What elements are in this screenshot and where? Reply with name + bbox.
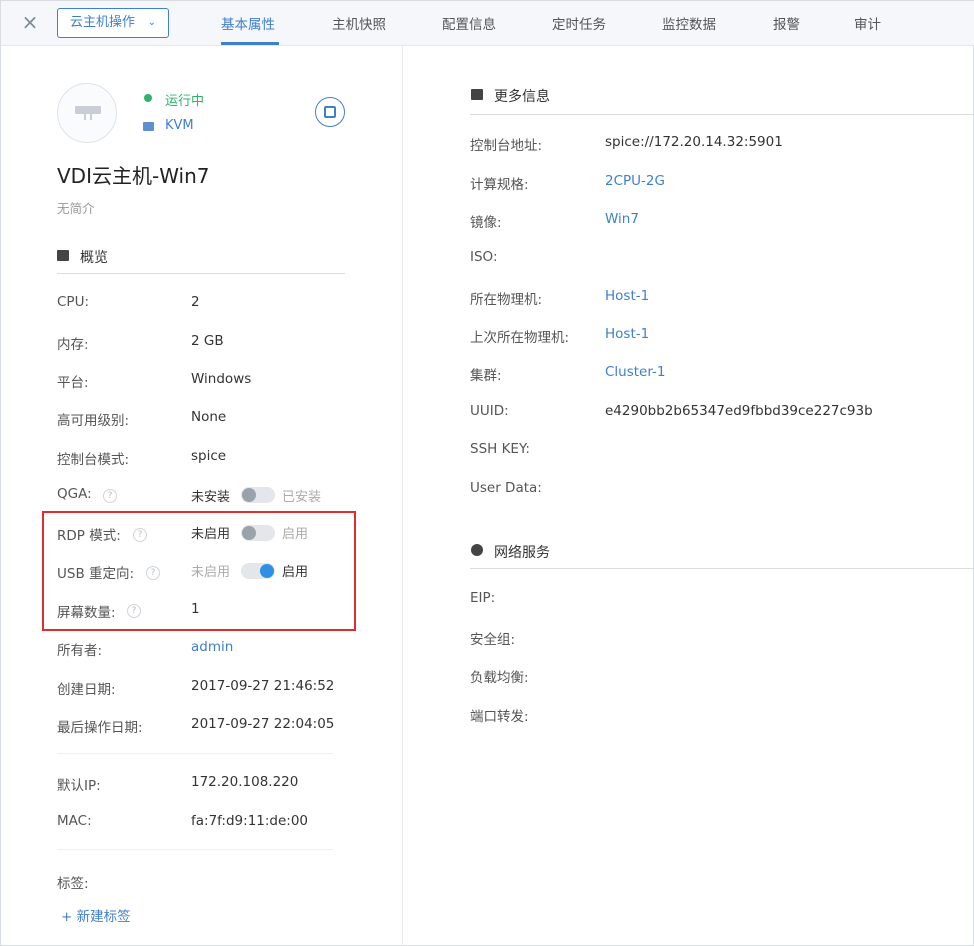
- more-info-title: 更多信息: [494, 89, 550, 105]
- console-mode-label: 控制台模式:: [57, 452, 130, 468]
- host-label: 所在物理机:: [470, 292, 543, 308]
- image-link[interactable]: Win7: [605, 211, 639, 227]
- vm-detail-panel: × 云主机操作 ⌄ 基本属性 主机快照 配置信息 定时任务 监控数据 报警 审计…: [0, 0, 974, 946]
- globe-icon: [471, 544, 483, 556]
- close-icon[interactable]: ×: [19, 11, 41, 33]
- monitor-icon: [75, 106, 101, 114]
- default-ip-label: 默认IP:: [57, 778, 101, 794]
- user-data-label: User Data:: [470, 480, 542, 496]
- active-tab-indicator: [221, 42, 279, 45]
- security-group-label: 安全组:: [470, 632, 516, 648]
- highlight-box: [42, 511, 356, 631]
- toggle-knob: [242, 488, 256, 502]
- network-services-title: 网络服务: [494, 545, 550, 561]
- last-op-date-label: 最后操作日期:: [57, 720, 143, 736]
- info-icon: [471, 89, 483, 100]
- chevron-down-icon: ⌄: [147, 17, 156, 28]
- column-divider: [402, 46, 403, 946]
- tab-config-info[interactable]: 配置信息: [442, 13, 496, 33]
- platform-label: 平台:: [57, 375, 89, 391]
- open-console-button[interactable]: [315, 97, 345, 127]
- cluster-link[interactable]: Cluster-1: [605, 364, 666, 380]
- last-op-date-value: 2017-09-27 22:04:05: [191, 716, 335, 732]
- hypervisor-label: KVM: [165, 118, 194, 133]
- load-balancer-label: 负载均衡:: [470, 670, 529, 686]
- vm-name: VDI云主机-Win7: [57, 164, 210, 188]
- owner-link[interactable]: admin: [191, 639, 233, 655]
- add-tag-button[interactable]: + 新建标签: [61, 905, 131, 925]
- default-ip-value: 172.20.108.220: [191, 774, 299, 790]
- cpu-label: CPU:: [57, 294, 89, 310]
- tab-scheduled-tasks[interactable]: 定时任务: [552, 13, 606, 33]
- overview-divider-3: [57, 849, 333, 850]
- tab-audit[interactable]: 审计: [854, 13, 881, 33]
- qga-on-label: 已安装: [282, 490, 322, 505]
- owner-label: 所有者:: [57, 643, 103, 659]
- cpu-value: 2: [191, 294, 200, 310]
- more-info-divider: [470, 114, 974, 115]
- iso-label: ISO:: [470, 249, 498, 265]
- hypervisor-icon: [143, 122, 154, 131]
- qga-label: QGA:: [57, 486, 92, 502]
- eip-label: EIP:: [470, 590, 496, 606]
- instance-offering-label: 计算规格:: [470, 177, 529, 193]
- tab-snapshots[interactable]: 主机快照: [332, 13, 386, 33]
- mac-label: MAC:: [57, 813, 92, 829]
- running-status-icon: [144, 94, 152, 102]
- tab-alarms[interactable]: 报警: [773, 13, 800, 33]
- qga-toggle[interactable]: [241, 487, 275, 503]
- instance-offering-link[interactable]: 2CPU-2G: [605, 173, 665, 189]
- overview-divider-2: [57, 753, 333, 754]
- status-badge: 运行中: [165, 94, 205, 109]
- qga-off-label: 未安装: [191, 490, 231, 505]
- tags-label: 标签:: [57, 876, 89, 892]
- vm-description[interactable]: 无简介: [57, 198, 95, 217]
- port-forwarding-label: 端口转发:: [470, 709, 529, 725]
- memory-value: 2 GB: [191, 333, 224, 349]
- vm-actions-dropdown[interactable]: 云主机操作 ⌄: [57, 8, 169, 38]
- mac-value: fa:7f:d9:11:de:00: [191, 813, 309, 829]
- console-mode-value[interactable]: spice: [191, 448, 226, 464]
- last-host-link[interactable]: Host-1: [605, 326, 649, 342]
- vm-avatar: [57, 83, 117, 143]
- memory-label: 内存:: [57, 337, 89, 353]
- help-icon[interactable]: ?: [103, 489, 117, 503]
- ha-level-label: 高可用级别:: [57, 413, 130, 429]
- created-date-label: 创建日期:: [57, 682, 116, 698]
- ssh-key-label: SSH KEY:: [470, 441, 530, 457]
- console-icon: [324, 106, 336, 118]
- uuid-label: UUID:: [470, 403, 509, 419]
- network-divider: [470, 568, 974, 569]
- overview-title: 概览: [80, 250, 108, 266]
- console-address-label: 控制台地址:: [470, 138, 543, 154]
- overview-divider: [57, 273, 345, 274]
- cluster-label: 集群:: [470, 368, 502, 384]
- folder-icon: [57, 250, 69, 261]
- platform-value: Windows: [191, 371, 252, 387]
- top-bar: × 云主机操作 ⌄ 基本属性 主机快照 配置信息 定时任务 监控数据 报警 审计: [1, 1, 974, 46]
- monitor-stand: [84, 114, 92, 120]
- tab-monitoring[interactable]: 监控数据: [662, 13, 716, 33]
- ha-level-value[interactable]: None: [191, 409, 226, 425]
- host-link[interactable]: Host-1: [605, 288, 649, 304]
- tab-basic-properties[interactable]: 基本属性: [221, 13, 275, 33]
- last-host-label: 上次所在物理机:: [470, 330, 570, 346]
- created-date-value: 2017-09-27 21:46:52: [191, 678, 335, 694]
- image-label: 镜像:: [470, 215, 502, 231]
- vm-actions-label: 云主机操作: [70, 15, 136, 30]
- console-address-value: spice://172.20.14.32:5901: [605, 134, 783, 150]
- uuid-value: e4290bb2b65347ed9fbbd39ce227c93b: [605, 403, 873, 419]
